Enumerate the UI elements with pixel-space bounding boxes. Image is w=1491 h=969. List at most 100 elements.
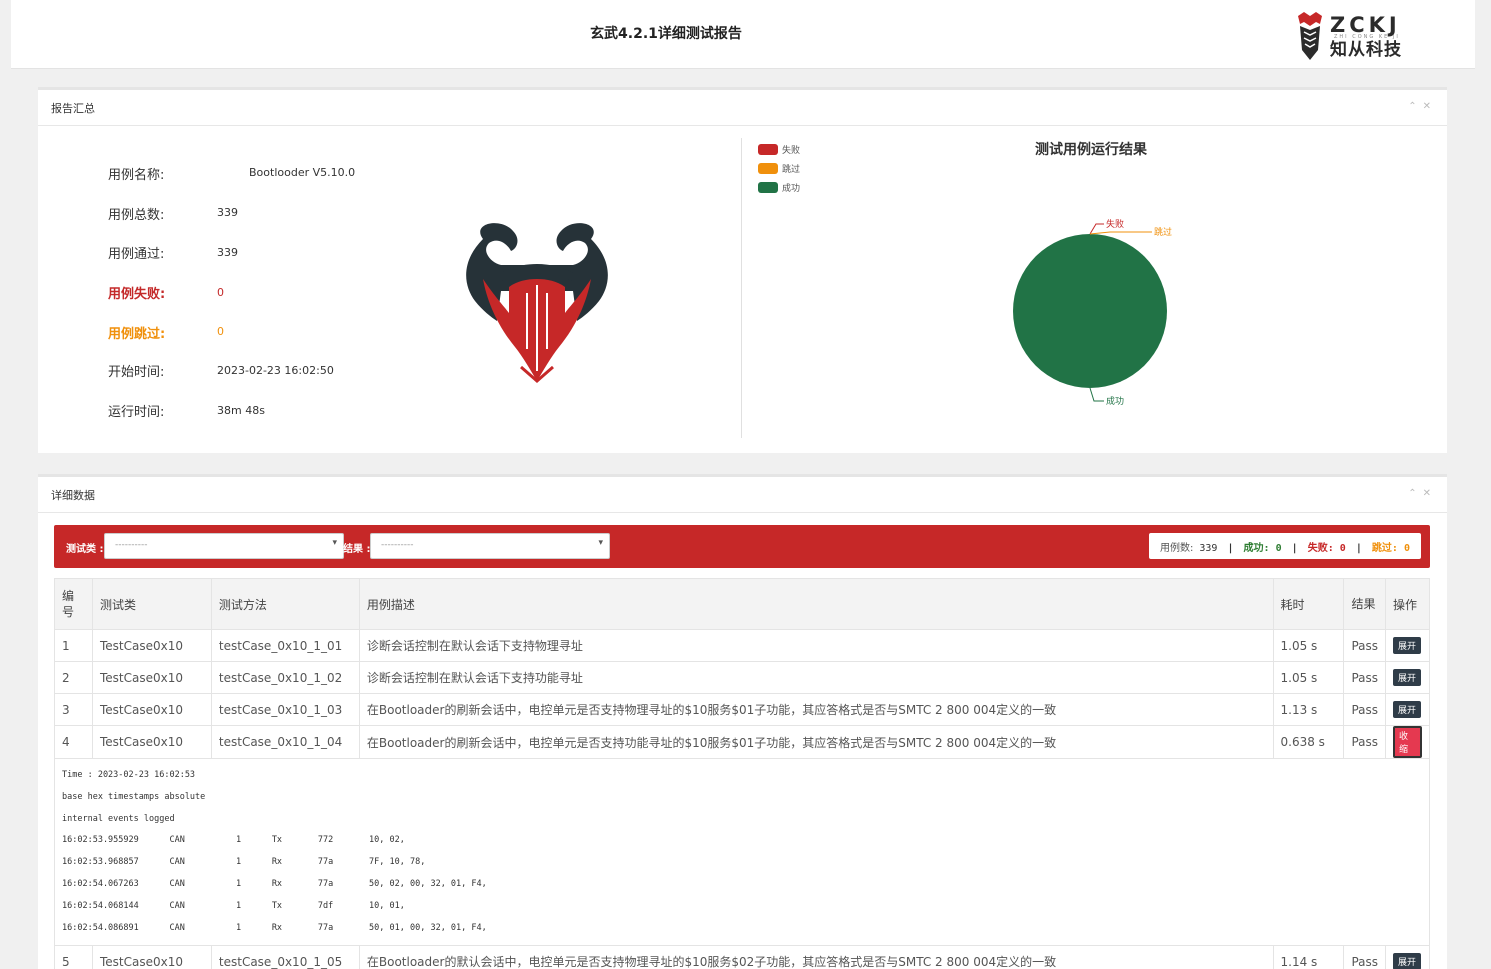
pie-label-0: 失败 bbox=[1106, 218, 1124, 230]
cell-action: 收缩 bbox=[1385, 725, 1430, 759]
case-skip-value: 0 bbox=[217, 325, 224, 338]
log-line: 16:02:53.955929 CAN 1 Tx 772 10, 02, bbox=[62, 835, 405, 846]
cell-method: testCase_0x10_1_01 bbox=[210, 629, 360, 662]
col-header-desc[interactable]: 用例描述 bbox=[358, 578, 1274, 630]
table-row: 1 TestCase0x10 testCase_0x10_1_01 诊断会话控制… bbox=[54, 629, 1430, 662]
stats-pass-value: 0 bbox=[1275, 543, 1282, 554]
pie-chart[interactable]: 失败跳过成功 bbox=[998, 201, 1218, 421]
cell-result: Pass bbox=[1343, 629, 1386, 662]
start-time-value: 2023-02-23 16:02:50 bbox=[217, 364, 334, 377]
cell-class: TestCase0x10 bbox=[91, 661, 212, 694]
table-row: 4 TestCase0x10 testCase_0x10_1_04 在Bootl… bbox=[54, 725, 1430, 759]
collapse-panel-icon[interactable]: ⌃ bbox=[1408, 488, 1422, 499]
cell-num: 1 bbox=[54, 629, 93, 662]
detail-table: 编号 测试类 测试方法 用例描述 耗时 结果 操作 1 TestCase0x10… bbox=[54, 578, 1430, 969]
legend-label-skip: 跳过 bbox=[782, 165, 801, 175]
pie-label-1: 跳过 bbox=[1154, 226, 1172, 238]
cell-num: 4 bbox=[54, 725, 93, 759]
summary-panel: 报告汇总 ⌃✕ 用例名称: Bootlooder V5.10.0 用例总数: 3… bbox=[38, 87, 1447, 453]
col-header-time[interactable]: 耗时 bbox=[1272, 578, 1345, 630]
cell-result: Pass bbox=[1343, 693, 1386, 726]
cell-desc: 在Bootloader的刷新会话中，电控单元是否支持物理寻址的$10服务$01子… bbox=[358, 693, 1274, 726]
legend-item-skip[interactable]: 跳过 bbox=[758, 159, 800, 178]
log-row: Time : 2023-02-23 16:02:53 base hex time… bbox=[54, 757, 1430, 947]
logo-text-cn: 知从科技 bbox=[1329, 39, 1402, 60]
legend-swatch-skip bbox=[758, 163, 778, 174]
cell-action: 展开 bbox=[1385, 629, 1430, 662]
stats-skip-value: 0 bbox=[1403, 543, 1410, 554]
cell-time: 1.05 s bbox=[1272, 661, 1345, 694]
table-row: 3 TestCase0x10 testCase_0x10_1_03 在Bootl… bbox=[54, 693, 1430, 726]
stats-pass-label: 成功: bbox=[1243, 543, 1270, 554]
close-panel-icon[interactable]: ✕ bbox=[1423, 488, 1437, 499]
log-cell: Time : 2023-02-23 16:02:53 base hex time… bbox=[54, 757, 1430, 947]
company-logo: ZCKJ ZHI CONG KE JI 知从科技 bbox=[1298, 12, 1402, 60]
table-row: 2 TestCase0x10 testCase_0x10_1_02 诊断会话控制… bbox=[54, 661, 1430, 694]
expand-button[interactable]: 展开 bbox=[1393, 953, 1422, 969]
log-line: 16:02:53.968857 CAN 1 Rx 77a 7F, 10, 78, bbox=[62, 857, 426, 868]
legend-item-fail[interactable]: 失败 bbox=[758, 140, 800, 159]
class-filter-select[interactable]: ---------- ▾ bbox=[104, 533, 344, 559]
legend-item-pass[interactable]: 成功 bbox=[758, 178, 800, 197]
cell-desc: 在Bootloader的默认会话中，电控单元是否支持物理寻址的$10服务$02子… bbox=[358, 945, 1274, 969]
class-filter-label: 测试类 : bbox=[66, 544, 104, 555]
cell-time: 1.05 s bbox=[1272, 629, 1345, 662]
cell-method: testCase_0x10_1_04 bbox=[210, 725, 360, 759]
summary-body: 用例名称: Bootlooder V5.10.0 用例总数: 339 用例通过:… bbox=[38, 126, 1447, 456]
cell-result: Pass bbox=[1343, 945, 1386, 969]
stats-total-value: 339 bbox=[1199, 543, 1218, 554]
cell-action: 展开 bbox=[1385, 945, 1430, 969]
log-line: Time : 2023-02-23 16:02:53 bbox=[62, 770, 196, 780]
cell-desc: 诊断会话控制在默认会话下支持物理寻址 bbox=[358, 629, 1274, 662]
case-fail-label: 用例失败: bbox=[108, 287, 166, 302]
collapse-panel-icon[interactable]: ⌃ bbox=[1408, 101, 1422, 112]
chevron-down-icon: ▾ bbox=[598, 538, 603, 548]
chart-legend: 失败 跳过 成功 bbox=[758, 140, 800, 197]
col-header-class[interactable]: 测试类 bbox=[91, 578, 212, 630]
legend-swatch-pass bbox=[758, 182, 778, 193]
result-filter-select[interactable]: ---------- ▾ bbox=[370, 533, 610, 559]
col-header-method[interactable]: 测试方法 bbox=[210, 578, 360, 630]
table-row: 5 TestCase0x10 testCase_0x10_1_05 在Bootl… bbox=[54, 945, 1430, 969]
cell-desc: 在Bootloader的刷新会话中，电控单元是否支持功能寻址的$10服务$01子… bbox=[358, 725, 1274, 759]
chart-title: 测试用例运行结果 bbox=[1035, 142, 1147, 158]
snake-logo-icon bbox=[466, 223, 608, 383]
cell-method: testCase_0x10_1_05 bbox=[210, 945, 360, 969]
expand-button[interactable]: 展开 bbox=[1393, 669, 1422, 686]
run-time-value: 38m 48s bbox=[217, 404, 265, 417]
log-line: internal events logged bbox=[62, 813, 175, 824]
pie-slice-2[interactable] bbox=[1013, 234, 1167, 388]
close-panel-icon[interactable]: ✕ bbox=[1423, 101, 1437, 112]
panel-tools[interactable]: ⌃✕ bbox=[1408, 488, 1437, 499]
case-name-label: 用例名称: bbox=[108, 168, 165, 183]
detail-panel-header: 详细数据 ⌃✕ bbox=[38, 477, 1447, 513]
col-header-num[interactable]: 编号 bbox=[54, 578, 93, 630]
stats-total-label: 用例数: bbox=[1159, 543, 1194, 554]
pie-label-2: 成功 bbox=[1106, 395, 1124, 407]
detail-panel-title: 详细数据 bbox=[51, 489, 95, 502]
stats-skip-label: 跳过: bbox=[1371, 543, 1398, 554]
pie-leader-line-2 bbox=[1089, 387, 1104, 402]
expand-button[interactable]: 展开 bbox=[1393, 637, 1422, 654]
cell-num: 3 bbox=[54, 693, 93, 726]
panel-tools[interactable]: ⌃✕ bbox=[1408, 101, 1437, 112]
cell-method: testCase_0x10_1_02 bbox=[210, 661, 360, 694]
log-line: 16:02:54.086891 CAN 1 Rx 77a 50, 01, 00,… bbox=[62, 922, 487, 933]
case-total-value: 339 bbox=[217, 206, 238, 219]
expand-button[interactable]: 展开 bbox=[1393, 701, 1422, 718]
summary-panel-header: 报告汇总 ⌃✕ bbox=[38, 90, 1447, 126]
col-header-result[interactable]: 结果 bbox=[1343, 578, 1386, 630]
chevron-down-icon: ▾ bbox=[332, 538, 337, 548]
log-line: 16:02:54.067263 CAN 1 Rx 77a 50, 02, 00,… bbox=[62, 878, 487, 889]
cell-class: TestCase0x10 bbox=[91, 725, 212, 759]
cell-method: testCase_0x10_1_03 bbox=[210, 693, 360, 726]
cell-result: Pass bbox=[1343, 725, 1386, 759]
result-filter-label: 结果 : bbox=[343, 544, 371, 555]
case-name-value: Bootlooder V5.10.0 bbox=[249, 166, 356, 179]
collapse-button[interactable]: 收缩 bbox=[1393, 726, 1422, 758]
class-filter-value: ---------- bbox=[115, 540, 148, 550]
case-pass-value: 339 bbox=[217, 246, 238, 259]
cell-class: TestCase0x10 bbox=[91, 629, 212, 662]
cell-class: TestCase0x10 bbox=[91, 945, 212, 969]
filter-bar: 测试类 : ---------- ▾ 结果 : ---------- ▾ 用例数… bbox=[54, 525, 1430, 568]
